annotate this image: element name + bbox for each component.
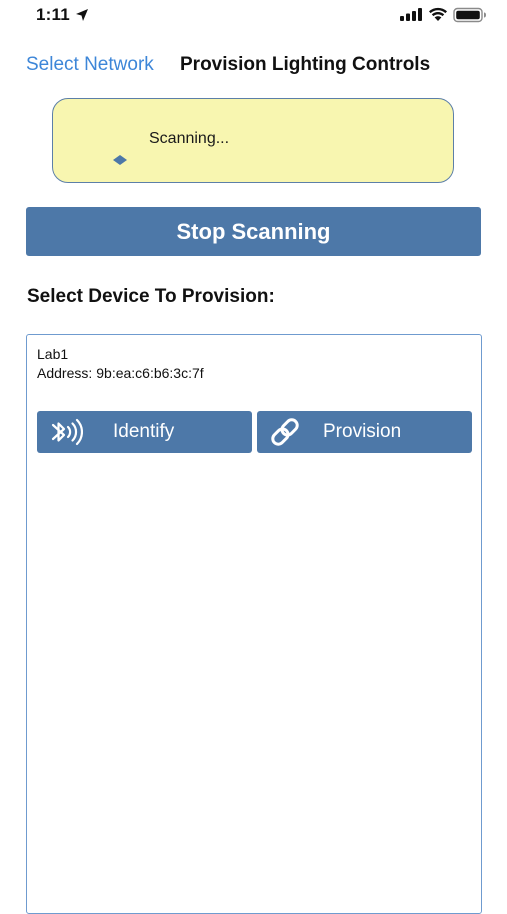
wifi-icon [428,7,448,21]
device-address-row: Address: 9b:ea:c6:b6:3c:7f [37,365,204,381]
back-button-select-network[interactable]: Select Network [26,54,154,76]
activity-spinner-icon [113,155,127,165]
identify-button-label: Identify [113,421,175,442]
cellular-signal-icon [400,8,422,21]
select-device-heading: Select Device To Provision: [27,286,275,307]
stop-scanning-button[interactable]: Stop Scanning [26,207,481,256]
device-list[interactable]: Lab1 Address: 9b:ea:c6:b6:3c:7f Identify … [26,334,482,914]
link-icon [271,418,299,446]
provision-button[interactable]: Provision [257,411,472,453]
device-address-value: 9b:ea:c6:b6:3c:7f [96,365,204,381]
page-title: Provision Lighting Controls [180,54,431,75]
identify-button[interactable]: Identify [37,411,252,453]
scanning-status-banner: Scanning... [52,98,454,183]
scanning-text: Scanning... [149,130,230,147]
device-address-label: Address: [37,365,93,381]
provision-button-label: Provision [323,421,402,442]
status-bar: 1:11 [0,0,507,34]
battery-icon [453,7,486,23]
device-name: Lab1 [37,346,69,362]
status-time: 1:11 [36,5,70,24]
bluetooth-signal-icon [51,418,83,446]
location-arrow-icon [76,9,88,21]
